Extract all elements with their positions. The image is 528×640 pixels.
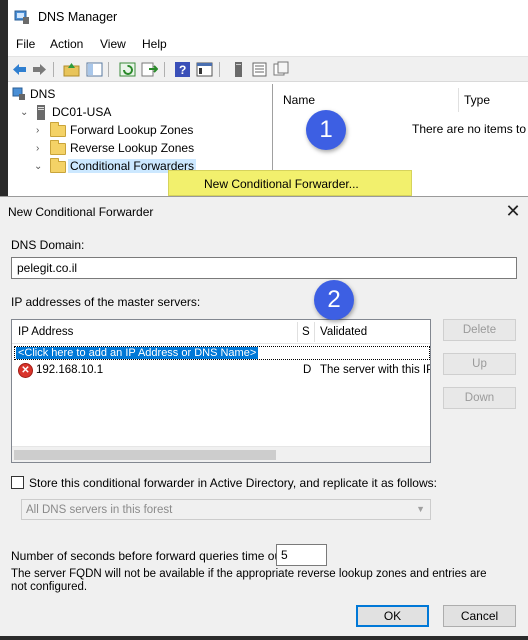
menu-help[interactable]: Help — [142, 37, 167, 51]
toolbar-separator — [219, 62, 220, 77]
close-icon[interactable]: ✕ — [500, 200, 526, 224]
zone-list-icon[interactable] — [251, 61, 268, 78]
tree-label-reverse-lookup-zones: Reverse Lookup Zones — [70, 141, 195, 155]
fqdn-note: The server FQDN will not be available if… — [11, 568, 487, 593]
dns-icon — [12, 87, 25, 100]
scrollbar-thumb[interactable] — [14, 450, 276, 460]
step-badge-1: 1 — [306, 110, 346, 150]
help-icon[interactable]: ? — [174, 61, 191, 78]
new-conditional-forwarder-dialog: New Conditional Forwarder ✕ DNS Domain: … — [0, 196, 528, 640]
folder-icon — [50, 122, 66, 137]
add-ip-prompt[interactable]: <Click here to add an IP Address or DNS … — [16, 347, 259, 359]
column-header-validated[interactable]: Validated — [320, 326, 367, 338]
server-icon[interactable] — [230, 61, 247, 78]
down-button[interactable]: Down — [443, 387, 516, 409]
tree-node-dns[interactable]: DNS — [8, 86, 208, 104]
taskbar-edge — [0, 636, 528, 640]
menu-bar: File Action View Help — [8, 34, 528, 54]
step-badge-2: 2 — [314, 280, 354, 320]
records-icon[interactable] — [273, 61, 290, 78]
column-separator[interactable] — [314, 322, 315, 342]
context-menu-new-conditional-forwarder[interactable]: New Conditional Forwarder... — [168, 170, 412, 196]
menu-file[interactable]: File — [16, 37, 35, 51]
export-list-icon[interactable] — [141, 61, 158, 78]
dns-manager-icon — [14, 10, 29, 24]
tree-label-forward-lookup-zones: Forward Lookup Zones — [70, 123, 194, 137]
server-icon — [37, 105, 45, 120]
column-separator — [458, 88, 459, 112]
ip-address-cell: 192.168.10.1 — [36, 364, 104, 376]
tree-node-forward-lookup-zones[interactable]: › Forward Lookup Zones — [8, 122, 208, 140]
chevron-right-icon[interactable]: › — [36, 143, 46, 155]
column-separator[interactable] — [297, 322, 298, 342]
toolbar-separator — [108, 62, 109, 77]
replication-scope-select: All DNS servers in this forest ▼ — [21, 499, 431, 520]
cancel-button[interactable]: Cancel — [443, 605, 516, 627]
table-row[interactable]: ✕ 192.168.10.1 D The server with this IP — [12, 362, 431, 380]
forward-icon[interactable] — [31, 61, 48, 78]
svg-text:?: ? — [179, 63, 186, 77]
horizontal-scrollbar[interactable] — [12, 446, 430, 462]
validated-cell: The server with this IP — [320, 364, 431, 376]
up-button[interactable]: Up — [443, 353, 516, 375]
replication-scope-value: All DNS servers in this forest — [26, 504, 173, 516]
chevron-right-icon[interactable]: › — [36, 125, 46, 137]
context-menu-label: New Conditional Forwarder... — [204, 177, 359, 191]
tree-label-dns: DNS — [30, 87, 56, 101]
chevron-down-icon[interactable]: ⌄ — [20, 107, 30, 119]
menu-view[interactable]: View — [100, 37, 126, 51]
store-in-ad-label[interactable]: Store this conditional forwarder in Acti… — [29, 476, 437, 490]
toolbar-separator — [164, 62, 165, 77]
background-window-edge — [0, 0, 8, 196]
column-header-name[interactable]: Name — [283, 93, 315, 107]
tree-node-server[interactable]: ⌄ DC01-USA — [8, 104, 208, 122]
chevron-down-icon[interactable]: ⌄ — [34, 161, 44, 173]
master-servers-list: IP Address S Validated <Click here to ad… — [11, 319, 431, 463]
column-header-ip-address[interactable]: IP Address — [18, 326, 73, 338]
dns-domain-input[interactable]: pelegit.co.il — [11, 257, 517, 279]
timeout-label: Number of seconds before forward queries… — [11, 549, 288, 563]
show-hide-tree-icon[interactable] — [86, 61, 103, 78]
chevron-down-icon: ▼ — [416, 504, 425, 514]
back-icon[interactable] — [11, 61, 28, 78]
empty-list-message: There are no items to s — [412, 122, 528, 136]
window-title: DNS Manager — [38, 10, 118, 24]
ok-button[interactable]: OK — [356, 605, 429, 627]
add-ip-row[interactable]: <Click here to add an IP Address or DNS … — [14, 346, 430, 360]
refresh-icon[interactable] — [119, 61, 136, 78]
toolbar-separator — [53, 62, 54, 77]
column-header-s[interactable]: S — [302, 326, 310, 338]
column-header-type[interactable]: Type — [464, 93, 490, 107]
server-fqdn-cell: D — [303, 364, 312, 376]
master-servers-label: IP addresses of the master servers: — [11, 295, 201, 309]
delete-button[interactable]: Delete — [443, 319, 516, 341]
folder-icon — [50, 158, 66, 173]
toolbar: ? — [8, 56, 528, 82]
properties-icon[interactable] — [196, 61, 213, 78]
list-header: IP Address S Validated — [12, 320, 430, 344]
menu-action[interactable]: Action — [50, 37, 83, 51]
folder-icon — [50, 140, 66, 155]
tree-label-server: DC01-USA — [52, 105, 112, 119]
title-bar: DNS Manager — [8, 0, 528, 34]
tree-node-reverse-lookup-zones[interactable]: › Reverse Lookup Zones — [8, 140, 208, 158]
store-in-ad-checkbox[interactable] — [11, 476, 24, 489]
dns-domain-label: DNS Domain: — [11, 238, 85, 252]
dialog-title: New Conditional Forwarder — [8, 205, 154, 219]
error-icon: ✕ — [18, 363, 33, 378]
timeout-input[interactable]: 5 — [276, 544, 327, 566]
up-folder-icon[interactable] — [63, 61, 80, 78]
dns-manager-window: DNS Manager File Action View Help ? DNS … — [0, 0, 528, 196]
